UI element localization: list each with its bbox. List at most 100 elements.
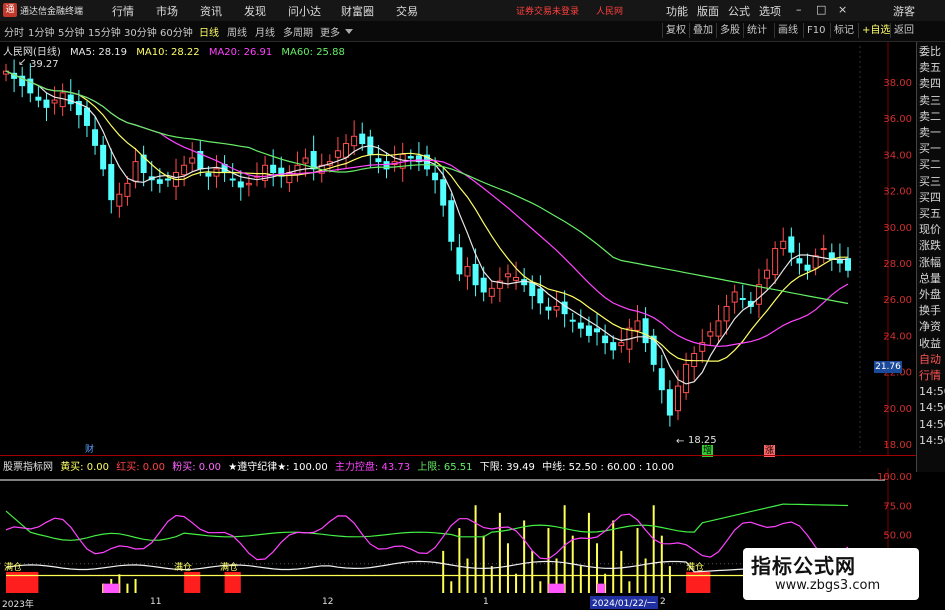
side-panel-item[interactable]: 14:50	[919, 400, 945, 416]
side-panel-item[interactable]: 卖一	[919, 125, 941, 141]
menu-jiaoyi[interactable]: 交易	[396, 3, 418, 19]
menu-wenxiaoda[interactable]: 问小达	[288, 3, 321, 19]
side-panel-item[interactable]: 14:50	[919, 384, 945, 400]
candle-body	[666, 389, 673, 416]
add-favorite-button[interactable]: +自选	[858, 23, 893, 38]
candle-body	[237, 181, 244, 188]
min-arrow-icon: ←	[676, 436, 685, 447]
candle-body	[683, 363, 690, 394]
huaxian-button[interactable]: 画线	[774, 23, 801, 38]
side-panel-item[interactable]: 总量	[919, 271, 941, 287]
notice-stock[interactable]: 人民网	[596, 4, 623, 17]
max-price-label: 39.27	[30, 59, 59, 70]
back-button[interactable]: 返回	[890, 23, 917, 38]
menu-caifuquan[interactable]: 财富圈	[341, 3, 374, 19]
max-arrow-icon: ↙	[18, 57, 27, 68]
candle-body	[731, 291, 738, 303]
indicator-bar	[515, 573, 518, 593]
duogu-button[interactable]: 多股	[716, 23, 743, 38]
side-panel-item[interactable]: 净资	[919, 319, 941, 335]
period-15min[interactable]: 15分钟	[88, 24, 121, 39]
close-button[interactable]: ×	[838, 3, 847, 16]
side-panel-item[interactable]: 卖三	[919, 93, 941, 109]
period-fenshi[interactable]: 分时	[4, 24, 24, 39]
candle-body	[164, 178, 171, 181]
tongji-button[interactable]: 统计	[743, 23, 770, 38]
upper-limit-line	[5, 503, 849, 541]
menu-shichang[interactable]: 市场	[156, 3, 178, 19]
side-panel-item[interactable]: 买一	[919, 141, 941, 157]
candlestick-chart[interactable]: 38.00 36.00 34.00 32.00 30.00 28.00 26.00 24.00…	[0, 42, 916, 455]
candle-body	[845, 258, 851, 271]
side-panel-item[interactable]: 买二	[919, 157, 941, 173]
candle-body	[132, 161, 139, 182]
title-bar: 通 通达信金融终端 行情 市场 资讯 发现 问小达 财富圈 交易 证券交易未登录…	[0, 0, 945, 22]
indicator-bar	[498, 512, 501, 593]
candle-body	[310, 151, 317, 170]
candle-body	[513, 276, 520, 281]
side-panel-item[interactable]: 卖五	[919, 60, 941, 76]
side-panel-item[interactable]: 自动	[919, 352, 941, 368]
candle-body	[83, 107, 90, 126]
biaoji-button[interactable]: 标记	[830, 23, 857, 38]
side-panel-item[interactable]: 涨幅	[919, 255, 941, 271]
side-panel-item[interactable]: 卖二	[919, 109, 941, 125]
side-panel-item[interactable]: 收益	[919, 336, 941, 352]
period-5min[interactable]: 5分钟	[58, 24, 84, 39]
period-monthly[interactable]: 月线	[255, 24, 275, 39]
diejia-button[interactable]: 叠加	[689, 23, 716, 38]
candle-body	[796, 258, 803, 264]
menu-faxian[interactable]: 发现	[244, 3, 266, 19]
side-panel-item[interactable]: 外盘	[919, 287, 941, 303]
price-tick-label: 20.00	[883, 404, 912, 415]
candle-body	[116, 193, 123, 207]
menu-banmian[interactable]: 版面	[697, 3, 719, 19]
period-multi[interactable]: 多周期	[283, 24, 313, 39]
fuquan-button[interactable]: 复权	[662, 23, 689, 38]
side-panel-item[interactable]: 14:50	[919, 417, 945, 433]
menu-xuanxiang[interactable]: 选项	[759, 3, 781, 19]
guest-label[interactable]: 游客	[893, 3, 915, 19]
period-more[interactable]: 更多	[320, 24, 340, 39]
side-panel-item[interactable]: 买三	[919, 174, 941, 190]
maximize-button[interactable]: □	[816, 3, 826, 16]
current-price-tag: 21.76	[874, 361, 902, 373]
period-daily[interactable]: 日线	[199, 24, 219, 39]
candle-body	[407, 156, 414, 159]
side-panel-item[interactable]: 现价	[919, 222, 941, 238]
candle-body	[229, 178, 236, 181]
price-tick-label: 26.00	[883, 295, 912, 306]
minimize-button[interactable]: –	[796, 3, 802, 16]
side-panel-item[interactable]: 买五	[919, 206, 941, 222]
candle-body	[456, 247, 463, 275]
watermark-logo: 指标公式网 www.zbgs3.com	[743, 548, 919, 600]
candle-body	[691, 353, 698, 368]
chevron-down-icon[interactable]	[345, 29, 353, 34]
side-panel-item[interactable]: 委比	[919, 44, 941, 60]
side-panel-item[interactable]: 买四	[919, 190, 941, 206]
login-notice[interactable]: 证券交易未登录	[516, 4, 579, 17]
menu-gongshi[interactable]: 公式	[728, 3, 750, 19]
indicator-bar	[547, 528, 550, 593]
menu-zixun[interactable]: 资讯	[200, 3, 222, 19]
period-weekly[interactable]: 周线	[227, 24, 247, 39]
candle-body	[715, 320, 722, 337]
side-panel-item[interactable]: 卖四	[919, 76, 941, 92]
candle-body	[464, 266, 471, 277]
menu-gongneng[interactable]: 功能	[666, 3, 688, 19]
f10-button[interactable]: F10	[803, 23, 828, 38]
period-1min[interactable]: 1分钟	[28, 24, 54, 39]
side-panel-item[interactable]: 行情	[919, 368, 941, 384]
side-panel-item[interactable]: 涨跌	[919, 238, 941, 254]
candle-body	[569, 319, 576, 322]
period-60min[interactable]: 60分钟	[160, 24, 193, 39]
candle-body	[488, 287, 495, 297]
candle-body	[755, 284, 762, 305]
menu-hangqing[interactable]: 行情	[112, 3, 134, 19]
side-panel-item[interactable]: 换手	[919, 303, 941, 319]
app-title: 通达信金融终端	[20, 7, 84, 17]
period-30min[interactable]: 30分钟	[124, 24, 157, 39]
indicator-bar	[126, 583, 129, 593]
candle-body	[448, 200, 455, 242]
side-panel-item[interactable]: 14:50	[919, 433, 945, 449]
